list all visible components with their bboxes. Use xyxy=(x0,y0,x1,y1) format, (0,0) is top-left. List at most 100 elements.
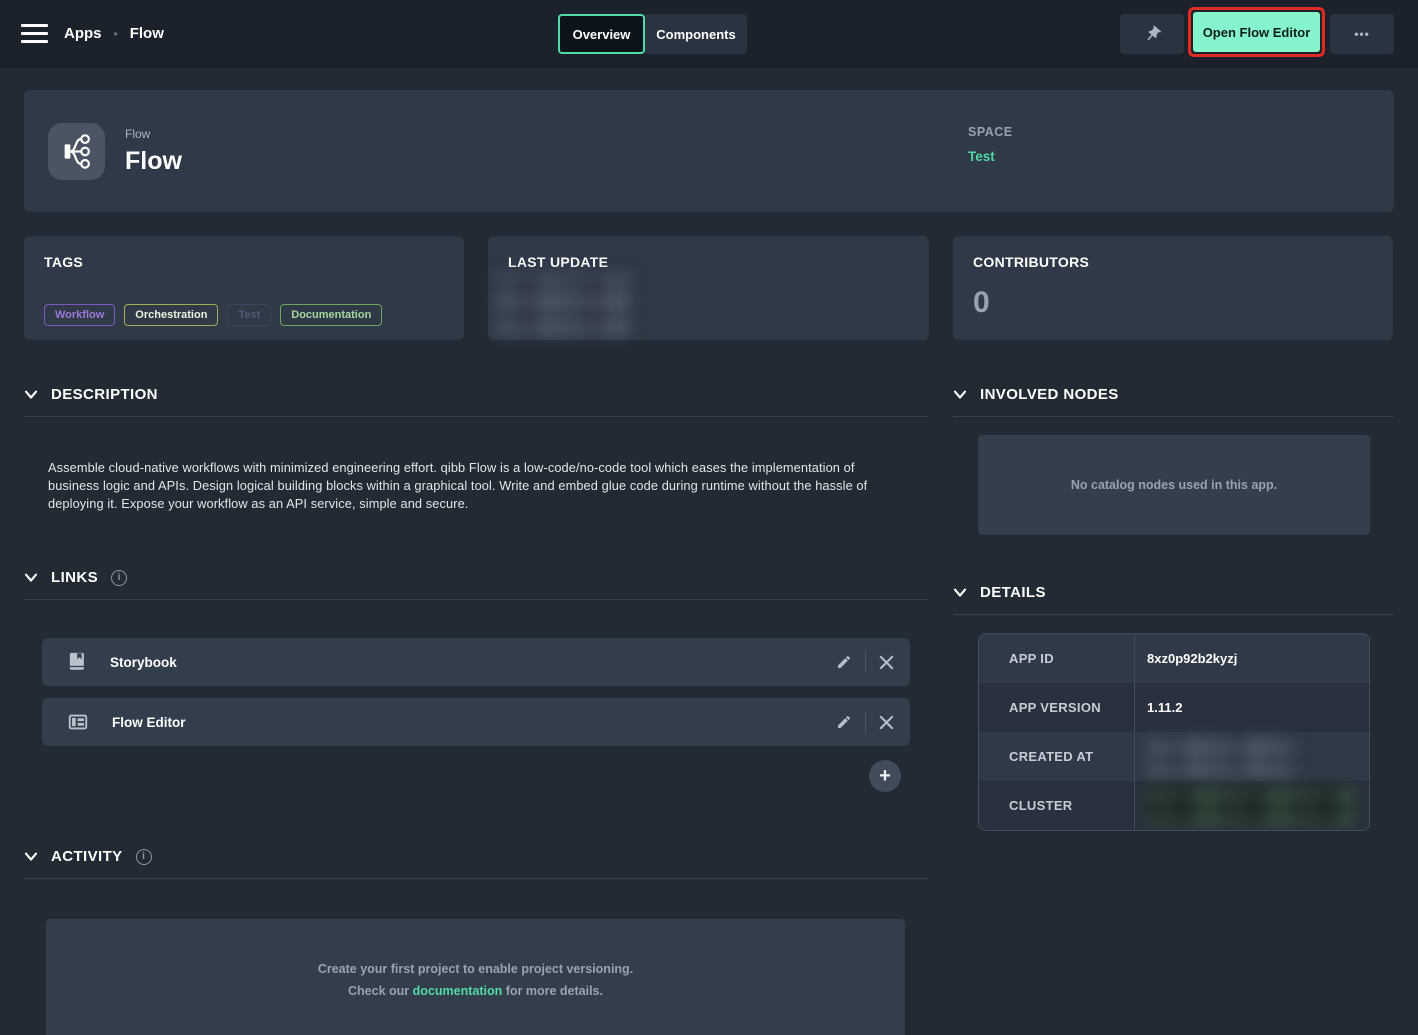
redacted-created-at-value xyxy=(1147,736,1297,778)
right-column: INVOLVED NODES No catalog nodes used in … xyxy=(953,386,1394,1035)
links-section: LINKS i Storybook xyxy=(24,569,928,792)
chevron-down-icon[interactable] xyxy=(24,852,38,862)
delete-x-icon[interactable] xyxy=(879,655,894,670)
main-grid: DESCRIPTION Assemble cloud-native workfl… xyxy=(24,386,1394,1035)
contributors-count: 0 xyxy=(973,286,990,320)
breadcrumb-apps[interactable]: Apps xyxy=(64,25,102,42)
activity-section: ACTIVITY i Create your first project to … xyxy=(24,848,928,1035)
tag-orchestration[interactable]: Orchestration xyxy=(124,304,218,326)
details-section: DETAILS APP ID 8xz0p92b2kyzj APP VERSION… xyxy=(953,584,1394,831)
tag-workflow[interactable]: Workflow xyxy=(44,304,115,326)
description-header: DESCRIPTION xyxy=(24,386,928,417)
chevron-down-icon[interactable] xyxy=(24,573,38,583)
tags-title: TAGS xyxy=(44,254,444,270)
links-header: LINKS i xyxy=(24,569,928,600)
pin-button[interactable] xyxy=(1120,14,1184,54)
involved-nodes-section: INVOLVED NODES No catalog nodes used in … xyxy=(953,386,1394,535)
app-title-block: Flow Flow xyxy=(125,127,182,176)
row-value: 1.11.2 xyxy=(1134,683,1369,732)
breadcrumb-current: Flow xyxy=(130,25,164,42)
description-section: DESCRIPTION Assemble cloud-native workfl… xyxy=(24,386,928,513)
link-label: Storybook xyxy=(110,655,177,670)
delete-x-icon[interactable] xyxy=(879,715,894,730)
app-type-label: Flow xyxy=(125,127,182,141)
description-title: DESCRIPTION xyxy=(51,386,158,403)
table-row-created-at: CREATED AT xyxy=(979,732,1369,781)
chevron-down-icon[interactable] xyxy=(953,390,967,400)
stats-row: TAGS Workflow Orchestration Test Documen… xyxy=(24,236,1394,340)
activity-line2-suffix: for more details. xyxy=(506,984,603,998)
activity-empty-card: Create your first project to enable proj… xyxy=(46,919,905,1035)
tag-documentation[interactable]: Documentation xyxy=(280,304,382,326)
add-link-button[interactable]: + xyxy=(869,760,901,792)
details-header: DETAILS xyxy=(953,584,1394,615)
row-label: APP VERSION xyxy=(979,683,1134,732)
involved-nodes-title: INVOLVED NODES xyxy=(980,386,1119,403)
ellipsis-icon: ••• xyxy=(1354,27,1370,41)
breadcrumb-separator-icon: • xyxy=(114,27,118,41)
activity-line2: Check our documentation for more details… xyxy=(348,984,603,998)
pin-icon xyxy=(1139,21,1166,48)
divider xyxy=(865,710,866,734)
tab-overview[interactable]: Overview xyxy=(558,14,645,54)
flow-app-icon xyxy=(48,123,105,180)
edit-pencil-icon[interactable] xyxy=(836,654,852,670)
links-list: Storybook xyxy=(42,638,910,792)
row-label: CREATED AT xyxy=(979,732,1134,781)
activity-line2-prefix: Check our xyxy=(348,984,409,998)
involved-nodes-empty-text: No catalog nodes used in this app. xyxy=(1071,478,1277,492)
annotation-highlight-box: Open Flow Editor xyxy=(1188,7,1325,57)
involved-nodes-empty-card: No catalog nodes used in this app. xyxy=(978,435,1370,535)
details-title: DETAILS xyxy=(980,584,1046,601)
chevron-down-icon[interactable] xyxy=(953,588,967,598)
row-label: APP ID xyxy=(979,634,1134,683)
edit-pencil-icon[interactable] xyxy=(836,714,852,730)
table-row-app-version: APP VERSION 1.11.2 xyxy=(979,683,1369,732)
row-value: 8xz0p92b2kyzj xyxy=(1134,634,1369,683)
table-row-app-id: APP ID 8xz0p92b2kyzj xyxy=(979,634,1369,683)
space-block: SPACE Test xyxy=(968,125,1013,164)
window-layout-icon xyxy=(66,711,90,733)
open-flow-editor-button[interactable]: Open Flow Editor xyxy=(1193,12,1320,52)
divider xyxy=(865,650,866,674)
contributors-card: CONTRIBUTORS 0 xyxy=(953,236,1393,340)
page-content: Flow Flow SPACE Test TAGS Workflow Orche… xyxy=(0,68,1418,1035)
info-icon[interactable]: i xyxy=(111,570,127,586)
activity-title: ACTIVITY xyxy=(51,848,123,865)
link-row-flow-editor[interactable]: Flow Editor xyxy=(42,698,910,746)
app-header-card: Flow Flow SPACE Test xyxy=(24,90,1394,212)
info-icon[interactable]: i xyxy=(136,849,152,865)
breadcrumb: Apps • Flow xyxy=(64,25,164,42)
link-controls xyxy=(836,650,894,674)
chevron-down-icon[interactable] xyxy=(24,390,38,400)
book-icon xyxy=(66,650,88,674)
redacted-last-update-value xyxy=(495,274,631,336)
space-label: SPACE xyxy=(968,125,1013,139)
link-label: Flow Editor xyxy=(112,715,186,730)
redacted-cluster-value xyxy=(1147,786,1355,826)
row-value xyxy=(1134,781,1369,830)
details-table: APP ID 8xz0p92b2kyzj APP VERSION 1.11.2 … xyxy=(978,633,1370,831)
plus-icon: + xyxy=(879,765,891,788)
contributors-title: CONTRIBUTORS xyxy=(973,254,1373,270)
space-link[interactable]: Test xyxy=(968,149,1013,164)
left-column: DESCRIPTION Assemble cloud-native workfl… xyxy=(24,386,928,1035)
tag-test[interactable]: Test xyxy=(227,304,271,326)
tags-list: Workflow Orchestration Test Documentatio… xyxy=(44,304,382,326)
last-update-card: LAST UPDATE xyxy=(488,236,929,340)
documentation-link[interactable]: documentation xyxy=(413,984,503,998)
involved-nodes-header: INVOLVED NODES xyxy=(953,386,1394,417)
activity-line1: Create your first project to enable proj… xyxy=(318,962,633,976)
last-update-title: LAST UPDATE xyxy=(508,254,909,270)
row-value xyxy=(1134,732,1369,781)
table-row-cluster: CLUSTER xyxy=(979,781,1369,830)
top-bar: Apps • Flow Overview Components Open Flo… xyxy=(0,0,1418,68)
row-label: CLUSTER xyxy=(979,781,1134,830)
link-row-storybook[interactable]: Storybook xyxy=(42,638,910,686)
tab-components[interactable]: Components xyxy=(645,14,747,54)
flow-diagram-icon xyxy=(58,132,96,170)
page-title: Flow xyxy=(125,147,182,176)
more-options-button[interactable]: ••• xyxy=(1330,14,1394,54)
view-tabs: Overview Components xyxy=(558,14,747,54)
hamburger-menu-icon[interactable] xyxy=(21,24,48,43)
